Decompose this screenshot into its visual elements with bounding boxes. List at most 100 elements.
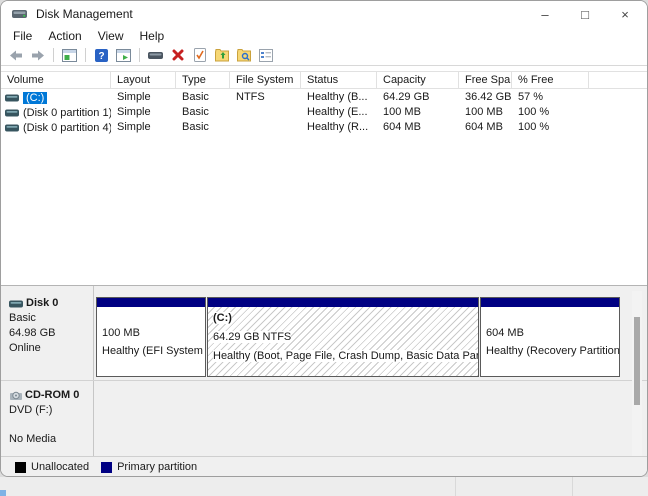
cdrom0-label[interactable]: CD-ROM 0 DVD (F:) No Media [1,384,93,456]
cell-free-space: 604 MB [465,121,503,133]
close-button[interactable]: × [605,1,645,27]
legend-label: Primary partition [117,461,198,473]
background-divider [572,477,573,496]
cdrom0-name: CD-ROM 0 [25,389,80,401]
window-title: Disk Management [36,7,133,21]
cdrom0-media: No Media [9,433,57,445]
cell-pct-free: 57 % [518,91,544,103]
cell-layout: Simple [117,91,151,103]
menu-view[interactable]: View [90,29,132,43]
volume-name: (C:) [23,91,48,104]
desktop-corner [0,490,6,496]
disk-tool-icon[interactable] [147,47,164,63]
menu-action[interactable]: Action [40,29,89,43]
column-header-capacity[interactable]: Capacity [377,72,459,88]
folder-up-icon[interactable] [213,47,230,63]
cell-capacity: 100 MB [383,106,421,118]
column-header-layout[interactable]: Layout [111,72,176,88]
svg-text:?: ? [98,51,104,62]
volume-list: Volume Layout Type File System Status Ca… [1,66,647,285]
volume-icon [5,124,19,132]
partition-color-bar [208,298,478,307]
unallocated-swatch [15,461,26,473]
menu-help[interactable]: Help [132,29,173,43]
table-row-partition-4[interactable]: (Disk 0 partition 4) Simple Basic Health… [1,120,647,135]
action-pane-icon[interactable] [115,47,132,63]
disk-row-divider [1,380,647,381]
toolbar: ? [1,45,647,66]
legend-bar: Unallocated Primary partition [1,456,647,476]
cell-pct-free: 100 % [518,106,550,118]
cell-capacity: 64.29 GB [383,91,430,103]
vertical-scrollbar[interactable] [632,291,642,456]
background-divider [455,477,456,496]
disk-management-window: Disk Management – □ × File Action View H… [0,0,648,477]
cell-capacity: 604 MB [383,121,421,133]
toolbar-separator [139,48,140,62]
column-header-pct-free[interactable]: % Free [512,72,589,88]
partition-name: (C:) [213,312,232,324]
column-header-file-system[interactable]: File System [230,72,301,88]
volume-name: (Disk 0 partition 4) [23,121,111,134]
column-header-volume[interactable]: Volume [1,72,111,88]
toolbar-separator [53,48,54,62]
partition-status: Healthy (Boot, Page File, Crash Dump, Ba… [213,350,478,362]
console-tree-icon[interactable] [61,47,78,63]
column-header-type[interactable]: Type [176,72,230,88]
legend-unallocated: Unallocated [15,461,89,473]
partition-efi-system[interactable]: 100 MB Healthy (EFI System P [96,297,206,377]
folder-search-icon[interactable] [235,47,252,63]
cell-type: Basic [182,91,209,103]
partition-c-drive[interactable]: (C:) 64.29 GB NTFS Healthy (Boot, Page F… [207,297,479,377]
table-row-partition-1[interactable]: (Disk 0 partition 1) Simple Basic Health… [1,105,647,120]
disk0-type: Basic [9,312,36,324]
partition-color-bar [481,298,619,307]
partition-status: Healthy (Recovery Partition) [486,345,619,357]
disk0-name: Disk 0 [26,297,59,309]
back-icon[interactable] [7,47,24,63]
disk-icon [9,300,23,308]
cell-pct-free: 100 % [518,121,550,133]
menu-file[interactable]: File [5,29,40,43]
cell-status: Healthy (R... [307,121,369,133]
disk-management-app-icon [12,8,28,20]
partition-size: 604 MB [486,327,524,339]
toolbar-separator [85,48,86,62]
cell-type: Basic [182,121,209,133]
properties-icon[interactable] [257,47,274,63]
minimize-button[interactable]: – [525,1,565,27]
partition-color-bar [97,298,205,307]
volume-name: (Disk 0 partition 1) [23,106,111,119]
scrollbar-thumb[interactable] [634,317,640,405]
check-document-icon[interactable] [191,47,208,63]
delete-volume-icon[interactable] [169,47,186,63]
table-row-volume-c[interactable]: (C:) Simple Basic NTFS Healthy (B... 64.… [1,90,647,105]
partition-recovery[interactable]: 604 MB Healthy (Recovery Partition) [480,297,620,377]
disk0-label[interactable]: Disk 0 Basic 64.98 GB Online [1,291,93,379]
title-bar: Disk Management – □ × [1,1,647,27]
forward-icon[interactable] [29,47,46,63]
cell-status: Healthy (E... [307,106,368,118]
volume-list-header: Volume Layout Type File System Status Ca… [1,71,647,89]
partition-size: 64.29 GB NTFS [213,331,292,343]
help-icon[interactable]: ? [93,47,110,63]
cell-status: Healthy (B... [307,91,368,103]
legend-primary-partition: Primary partition [101,461,197,473]
cell-layout: Simple [117,106,151,118]
cdrom-icon [9,390,23,401]
disk0-status: Online [9,342,41,354]
cdrom0-drive: DVD (F:) [9,404,53,416]
cell-type: Basic [182,106,209,118]
cell-file-system: NTFS [236,91,265,103]
disk0-size: 64.98 GB [9,327,56,339]
volume-icon [5,94,19,102]
cell-free-space: 36.42 GB [465,91,512,103]
disk-graph-panel: Disk 0 Basic 64.98 GB Online 100 MB Heal… [1,285,647,457]
volume-icon [5,109,19,117]
column-header-status[interactable]: Status [301,72,377,88]
partition-status: Healthy (EFI System P [102,345,205,357]
label-column-divider [93,286,94,457]
primary-partition-swatch [101,461,113,473]
maximize-button[interactable]: □ [565,1,605,27]
column-header-free-space[interactable]: Free Spa... [459,72,512,88]
